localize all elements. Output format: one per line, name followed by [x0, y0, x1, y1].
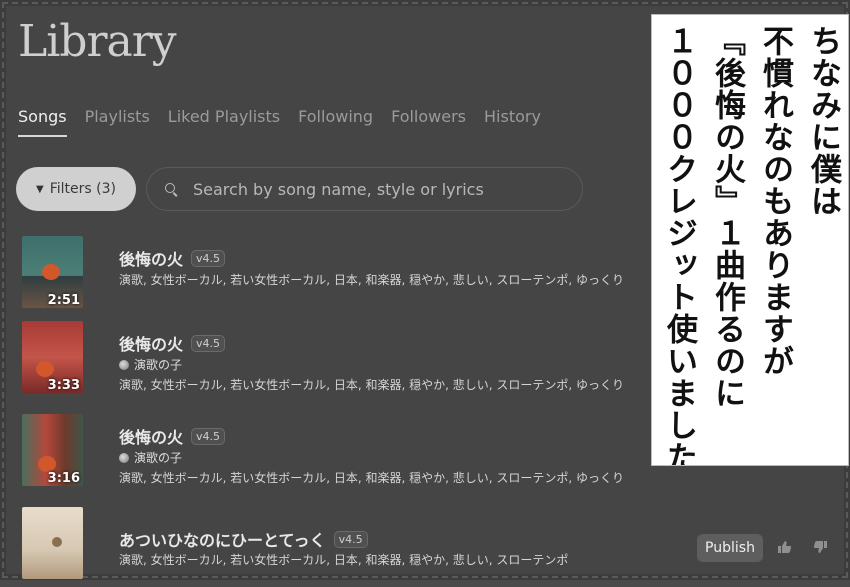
tab-followers[interactable]: Followers [391, 107, 466, 137]
song-cover[interactable]: 3:33 [22, 321, 83, 393]
song-cover[interactable]: 3:16 [22, 414, 83, 486]
song-title[interactable]: 後悔の火 [119, 246, 183, 270]
thumbs-down-icon[interactable] [812, 539, 828, 555]
thumbs-up-icon[interactable] [777, 539, 793, 555]
tab-following[interactable]: Following [298, 107, 373, 137]
search-bar[interactable] [146, 167, 583, 211]
song-title-row: あついひなのにひーとてっく v4.5 [119, 527, 368, 551]
version-badge: v4.5 [191, 334, 226, 352]
song-duration: 2:51 [47, 293, 80, 308]
song-title[interactable]: 後悔の火 [119, 331, 183, 355]
overlay-line-1: ちなみに僕は [805, 25, 841, 217]
filters-button[interactable]: ▼ Filters (3) [16, 167, 136, 211]
artist-name: 演歌の子 [134, 358, 183, 372]
song-row[interactable]: 3:33 後悔の火 v4.5 演歌の子 演歌, 女性ボーカル, 若い女性ボーカル… [22, 321, 702, 401]
song-title-row: 後悔の火 v4.5 [119, 331, 226, 355]
overlay-line-3: 『後悔の火』１曲作るのに [709, 25, 745, 409]
cover-art-detail [52, 537, 62, 547]
song-artist[interactable]: 演歌の子 [119, 449, 182, 466]
search-icon [165, 183, 177, 195]
publish-button[interactable]: Publish [697, 534, 763, 562]
song-duration: 3:16 [47, 471, 80, 486]
song-row[interactable]: 2:51 後悔の火 v4.5 演歌, 女性ボーカル, 若い女性ボーカル, 日本,… [22, 236, 702, 316]
filters-label: Filters (3) [49, 181, 116, 197]
song-title-row: 後悔の火 v4.5 [119, 424, 226, 448]
avatar [119, 359, 129, 370]
avatar [119, 452, 129, 463]
funnel-icon: ▼ [36, 183, 44, 195]
tab-songs[interactable]: Songs [18, 107, 67, 137]
version-badge: v4.5 [191, 249, 226, 267]
song-title[interactable]: あついひなのにひーとてっく [119, 527, 326, 551]
song-tags: 演歌, 女性ボーカル, 若い女性ボーカル, 日本, 和楽器, 穏やか, 悲しい,… [119, 378, 625, 392]
song-title[interactable]: 後悔の火 [119, 424, 183, 448]
artist-name: 演歌の子 [134, 451, 183, 465]
cover-art-fruit [38, 456, 56, 472]
song-tags: 演歌, 女性ボーカル, 若い女性ボーカル, 日本, 和楽器, 穏やか, 悲しい,… [119, 273, 625, 287]
overlay-line-2: 不慣れなのもありますが [757, 25, 793, 377]
song-cover[interactable] [22, 507, 83, 579]
cover-art-fruit [42, 264, 60, 280]
song-cover[interactable]: 2:51 [22, 236, 83, 308]
library-tabs: Songs Playlists Liked Playlists Followin… [18, 107, 541, 137]
song-title-row: 後悔の火 v4.5 [119, 246, 226, 270]
annotation-overlay: ちなみに僕は 不慣れなのもありますが 『後悔の火』１曲作るのに １０００クレジッ… [651, 14, 849, 466]
song-duration: 3:33 [47, 378, 80, 393]
overlay-line-4: １０００クレジット使いました [661, 25, 697, 466]
tab-liked-playlists[interactable]: Liked Playlists [168, 107, 280, 137]
version-badge: v4.5 [333, 530, 368, 548]
song-row[interactable]: 3:16 後悔の火 v4.5 演歌の子 演歌, 女性ボーカル, 若い女性ボーカル… [22, 414, 702, 494]
song-artist[interactable]: 演歌の子 [119, 356, 182, 373]
page-title: Library [18, 16, 177, 67]
version-badge: v4.5 [191, 427, 226, 445]
app-window: Library Songs Playlists Liked Playlists … [0, 0, 850, 580]
tab-playlists[interactable]: Playlists [85, 107, 150, 137]
tab-history[interactable]: History [484, 107, 541, 137]
search-input[interactable] [191, 178, 575, 200]
song-tags: 演歌, 女性ボーカル, 若い女性ボーカル, 日本, 和楽器, 穏やか, 悲しい,… [119, 471, 625, 485]
song-tags: 演歌, 女性ボーカル, 若い女性ボーカル, 日本, 和楽器, 穏やか, 悲しい,… [119, 553, 569, 567]
cover-art-fruit [36, 361, 54, 377]
song-row[interactable]: あついひなのにひーとてっく v4.5 演歌, 女性ボーカル, 若い女性ボーカル,… [22, 507, 702, 587]
